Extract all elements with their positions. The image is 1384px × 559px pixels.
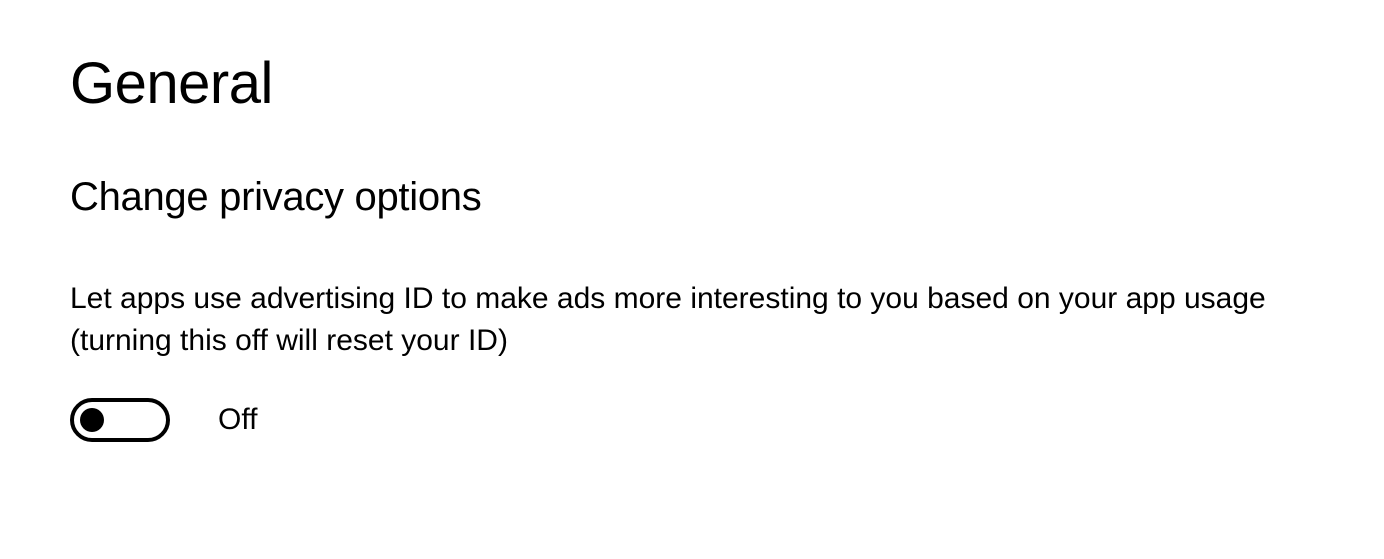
toggle-state-label-advertising-id: Off xyxy=(218,403,257,437)
page-title: General xyxy=(70,50,1314,117)
setting-description-advertising-id: Let apps use advertising ID to make ads … xyxy=(70,278,1270,362)
section-heading-privacy-options: Change privacy options xyxy=(70,175,1314,220)
toggle-row-advertising-id: Off xyxy=(70,398,1314,442)
toggle-knob-icon xyxy=(80,408,104,432)
toggle-switch-advertising-id[interactable] xyxy=(70,398,170,442)
